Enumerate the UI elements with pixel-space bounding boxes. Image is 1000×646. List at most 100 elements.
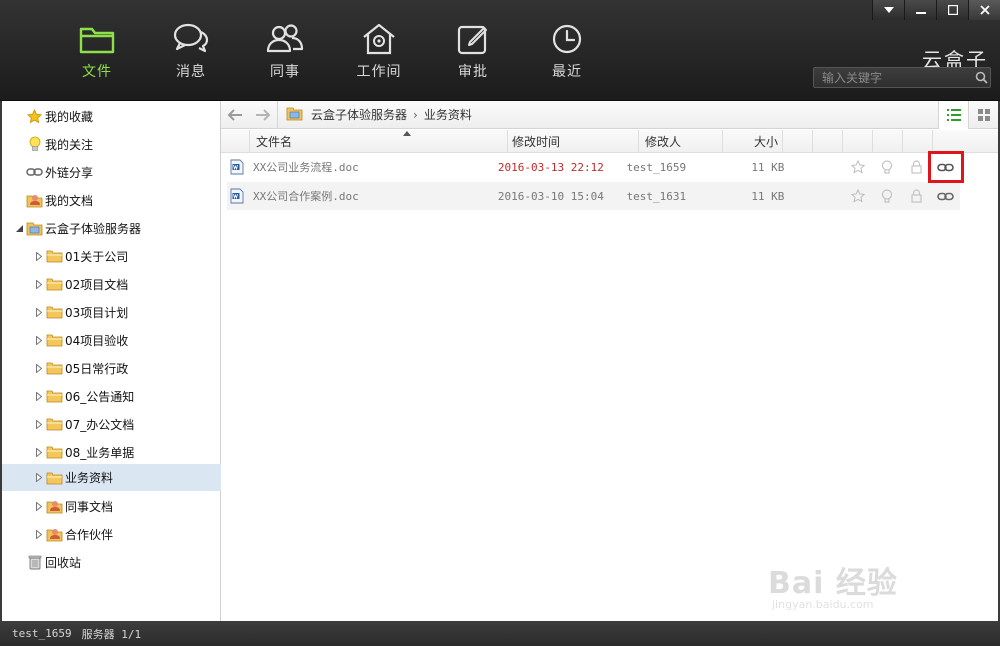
back-button[interactable] xyxy=(221,101,249,129)
nav-approval[interactable]: 审批 xyxy=(426,22,520,84)
sidebar-item-favorites[interactable]: 我的收藏 xyxy=(2,102,221,130)
favorite-star-icon[interactable] xyxy=(843,153,872,181)
sidebar-item-server[interactable]: 云盒子体验服务器 xyxy=(2,214,221,242)
column-header-modifier[interactable]: 修改人 xyxy=(639,129,723,153)
nav-messages[interactable]: 消息 xyxy=(144,22,238,84)
sidebar-item-folder-06[interactable]: 06_公告通知 xyxy=(2,382,221,410)
follow-lightbulb-icon[interactable] xyxy=(872,153,901,181)
nav-messages-label: 消息 xyxy=(176,64,206,80)
nav-colleagues[interactable]: 同事 xyxy=(238,22,332,84)
search-box xyxy=(813,67,991,88)
tree-collapsed-icon[interactable] xyxy=(34,279,44,289)
share-link-icon[interactable] xyxy=(931,153,960,181)
sidebar-item-folder-05[interactable]: 05日常行政 xyxy=(2,354,221,382)
folder-icon xyxy=(46,444,63,460)
sidebar-item-following[interactable]: 我的关注 xyxy=(2,130,221,158)
tree-collapsed-icon[interactable] xyxy=(34,473,44,483)
column-header-modified[interactable]: 修改时间 xyxy=(508,129,639,153)
close-button[interactable] xyxy=(968,0,1000,20)
nav-files[interactable]: 文件 xyxy=(50,22,144,84)
view-switcher xyxy=(938,101,998,129)
maximize-button[interactable] xyxy=(936,0,968,20)
file-size: 11 KB xyxy=(751,189,785,203)
colleagues-icon xyxy=(266,24,304,53)
sidebar-item-label: 合作伙伴 xyxy=(65,527,114,542)
nav-workspace-label: 工作间 xyxy=(356,64,402,80)
folder-icon xyxy=(46,416,63,432)
column-header-follow xyxy=(843,129,873,153)
tree-expanded-icon[interactable] xyxy=(14,223,24,233)
tree-collapsed-icon[interactable] xyxy=(34,335,44,345)
sidebar-item-label: 08_业务单据 xyxy=(65,445,135,460)
word-doc-icon xyxy=(230,159,244,175)
word-doc-icon xyxy=(230,188,244,204)
row-spacer xyxy=(790,153,843,181)
tree-collapsed-icon[interactable] xyxy=(34,391,44,401)
table-row[interactable]: XX公司合作案例.doc 2016-03-10 15:04 test_1631 … xyxy=(227,182,960,210)
minimize-button[interactable] xyxy=(904,0,936,20)
sidebar-item-partners[interactable]: 合作伙伴 xyxy=(2,520,221,548)
top-bar: 文件 消息 同事 工作间 审批 最近 云盒子 输入关键字 xyxy=(0,0,1000,101)
lock-icon[interactable] xyxy=(902,153,931,181)
shared-folder-icon xyxy=(46,498,63,514)
sidebar-item-folder-07[interactable]: 07_办公文档 xyxy=(2,410,221,438)
main-panel: 云盒子体验服务器 › 业务资料 文件名 修改时间 修改人 大小 XX公司业务流程… xyxy=(221,100,1000,621)
sidebar-item-folder-08[interactable]: 08_业务单据 xyxy=(2,438,221,466)
folder-icon xyxy=(46,360,63,376)
row-spacer xyxy=(790,182,843,210)
sidebar-item-folder-04[interactable]: 04项目验收 xyxy=(2,326,221,354)
tree-collapsed-icon[interactable] xyxy=(34,363,44,373)
nav-colleagues-label: 同事 xyxy=(270,64,300,80)
sidebar-item-my-documents[interactable]: 我的文档 xyxy=(2,186,221,214)
sidebar-item-folder-02[interactable]: 02项目文档 xyxy=(2,270,221,298)
sidebar-item-colleague-docs[interactable]: 同事文档 xyxy=(2,492,221,520)
follow-lightbulb-icon[interactable] xyxy=(872,182,901,210)
status-bar: test_1659 服务器 1/1 xyxy=(0,621,1000,646)
toolbar-divider xyxy=(277,100,278,129)
trash-icon xyxy=(26,554,43,570)
breadcrumb-current[interactable]: 业务资料 xyxy=(424,106,472,123)
menu-dropdown-button[interactable] xyxy=(872,0,904,20)
tree-collapsed-icon[interactable] xyxy=(34,529,44,539)
column-header-name[interactable]: 文件名 xyxy=(250,129,508,153)
tree-collapsed-icon[interactable] xyxy=(34,307,44,317)
sidebar-item-business-materials[interactable]: 业务资料 xyxy=(2,464,221,491)
breadcrumb-server[interactable]: 云盒子体验服务器 xyxy=(311,106,407,123)
column-header-favorite xyxy=(813,129,843,153)
table-row[interactable]: XX公司业务流程.doc 2016-03-13 22:12 test_1659 … xyxy=(227,153,960,181)
sidebar-item-external-share[interactable]: 外链分享 xyxy=(2,158,221,186)
sidebar-item-folder-03[interactable]: 03项目计划 xyxy=(2,298,221,326)
share-link-icon[interactable] xyxy=(931,182,960,210)
triangle-down-icon xyxy=(883,7,894,13)
list-view-button[interactable] xyxy=(938,101,968,129)
column-select[interactable] xyxy=(221,129,250,153)
sort-ascending-icon xyxy=(403,130,411,136)
nav-workspace[interactable]: 工作间 xyxy=(332,22,426,84)
search-icon[interactable] xyxy=(972,68,990,87)
sidebar-item-label: 我的文档 xyxy=(45,193,94,208)
file-name-cell: XX公司业务流程.doc xyxy=(227,159,498,175)
star-icon xyxy=(26,108,43,124)
column-header-modifier-label: 修改人 xyxy=(645,134,682,149)
grid-view-button[interactable] xyxy=(968,101,998,129)
favorite-star-icon[interactable] xyxy=(843,182,872,210)
column-header-size[interactable]: 大小 xyxy=(723,129,783,153)
sidebar-item-label: 回收站 xyxy=(45,555,82,570)
file-modifier: test_1631 xyxy=(626,189,687,203)
tree-collapsed-icon[interactable] xyxy=(34,447,44,457)
tree-collapsed-icon[interactable] xyxy=(34,251,44,261)
sidebar-item-recycle-bin[interactable]: 回收站 xyxy=(2,548,221,576)
file-modifier: test_1659 xyxy=(626,160,687,174)
nav-recent[interactable]: 最近 xyxy=(520,22,614,84)
forward-button[interactable] xyxy=(249,101,277,129)
sidebar-item-label: 07_办公文档 xyxy=(65,417,135,432)
sidebar-item-label: 02项目文档 xyxy=(65,277,129,292)
tree-collapsed-icon[interactable] xyxy=(34,501,44,511)
search-input[interactable] xyxy=(814,68,972,87)
tree-collapsed-icon[interactable] xyxy=(34,419,44,429)
sidebar-item-folder-01[interactable]: 01关于公司 xyxy=(2,242,221,270)
clock-icon xyxy=(552,24,582,54)
arrow-right-icon xyxy=(256,108,271,121)
chat-icon xyxy=(173,23,209,53)
lock-icon[interactable] xyxy=(902,182,931,210)
